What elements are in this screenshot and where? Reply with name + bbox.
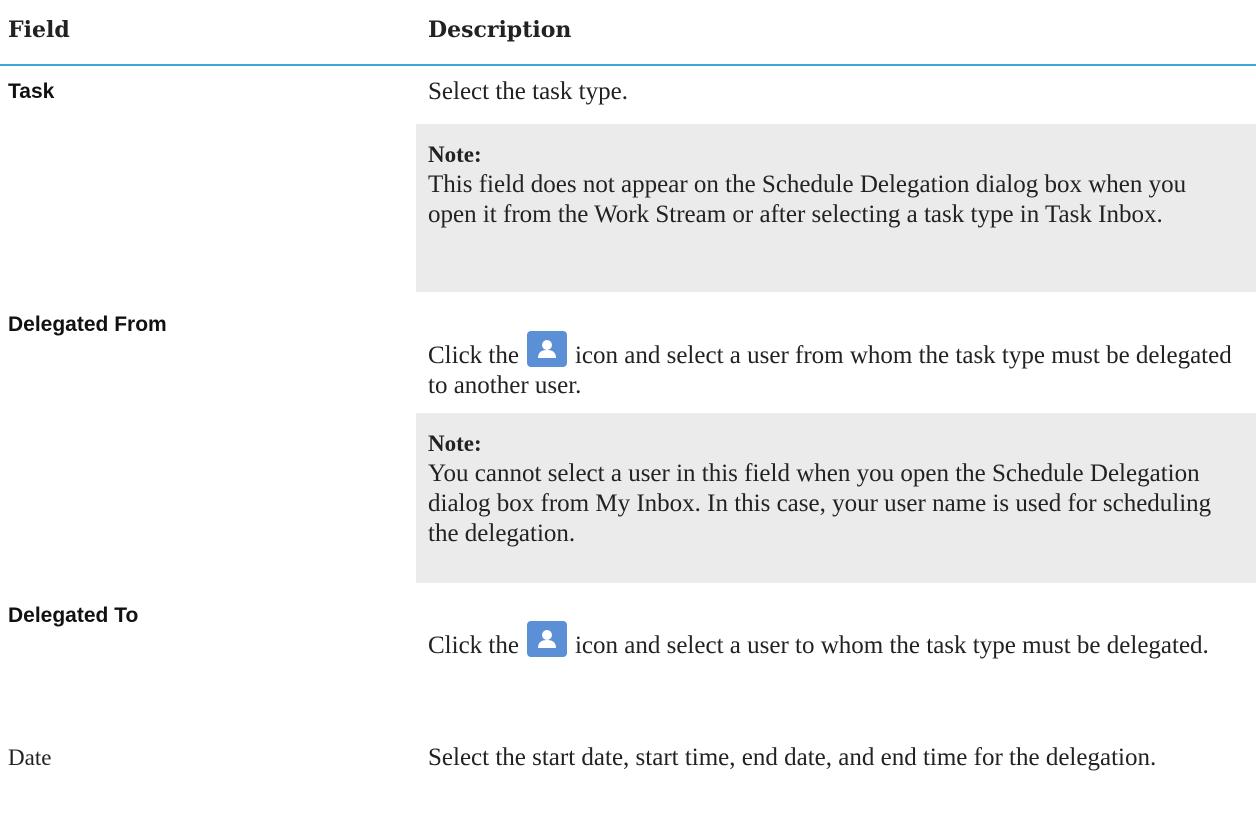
description-text-before-icon: Click the	[428, 342, 519, 369]
note-box-delegated-from: Note: You cannot select a user in this f…	[416, 413, 1256, 583]
field-name-date: Date	[8, 745, 52, 770]
description-delegated-from: Click the icon and select a user from who…	[428, 331, 1250, 401]
note-title: Note:	[428, 431, 482, 456]
note-title: Note:	[428, 142, 482, 167]
description-delegated-to: Click the icon and select a user to whom …	[428, 621, 1250, 661]
description-text-before-icon: Click the	[428, 632, 519, 659]
column-header-field: Field	[8, 17, 70, 43]
description-task: Select the task type.	[428, 78, 628, 105]
note-text-task: This field does not appear on the Schedu…	[428, 171, 1187, 228]
field-name-delegated-from: Delegated From	[8, 313, 167, 336]
note-box-task: Note: This field does not appear on the …	[416, 124, 1256, 292]
field-name-delegated-to: Delegated To	[8, 604, 139, 627]
description-date: Select the start date, start time, end d…	[428, 744, 1157, 771]
column-header-description: Description	[428, 17, 572, 43]
field-name-task: Task	[8, 80, 55, 103]
description-text-after-icon: icon and select a user to whom the task …	[574, 632, 1209, 659]
note-text-delegated-from: You cannot select a user in this field w…	[428, 460, 1212, 547]
user-icon[interactable]	[526, 331, 567, 367]
user-icon[interactable]	[526, 621, 567, 657]
table-header: Field Description	[0, 0, 1256, 66]
